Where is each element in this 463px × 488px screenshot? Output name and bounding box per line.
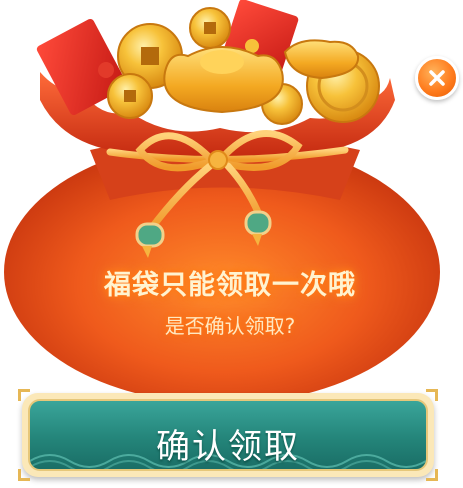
dialog-subtitle: 是否确认领取? <box>164 314 296 338</box>
confirm-button-face: 确认领取 <box>28 399 428 471</box>
button-corner-ornament <box>426 389 438 401</box>
lucky-bag-dialog: 福袋只能领取一次哦 是否确认领取? 确认领取 <box>0 0 463 488</box>
button-corner-ornament <box>426 469 438 481</box>
bow-knot <box>208 150 228 170</box>
dialog-title: 福袋只能领取一次哦 <box>104 270 356 301</box>
button-corner-ornament <box>18 469 30 481</box>
confirm-button[interactable]: 确认领取 <box>18 389 438 481</box>
confirm-button-label: 确认领取 <box>156 427 300 467</box>
close-button[interactable] <box>415 56 459 100</box>
close-icon <box>429 70 445 86</box>
button-corner-ornament <box>18 389 30 401</box>
